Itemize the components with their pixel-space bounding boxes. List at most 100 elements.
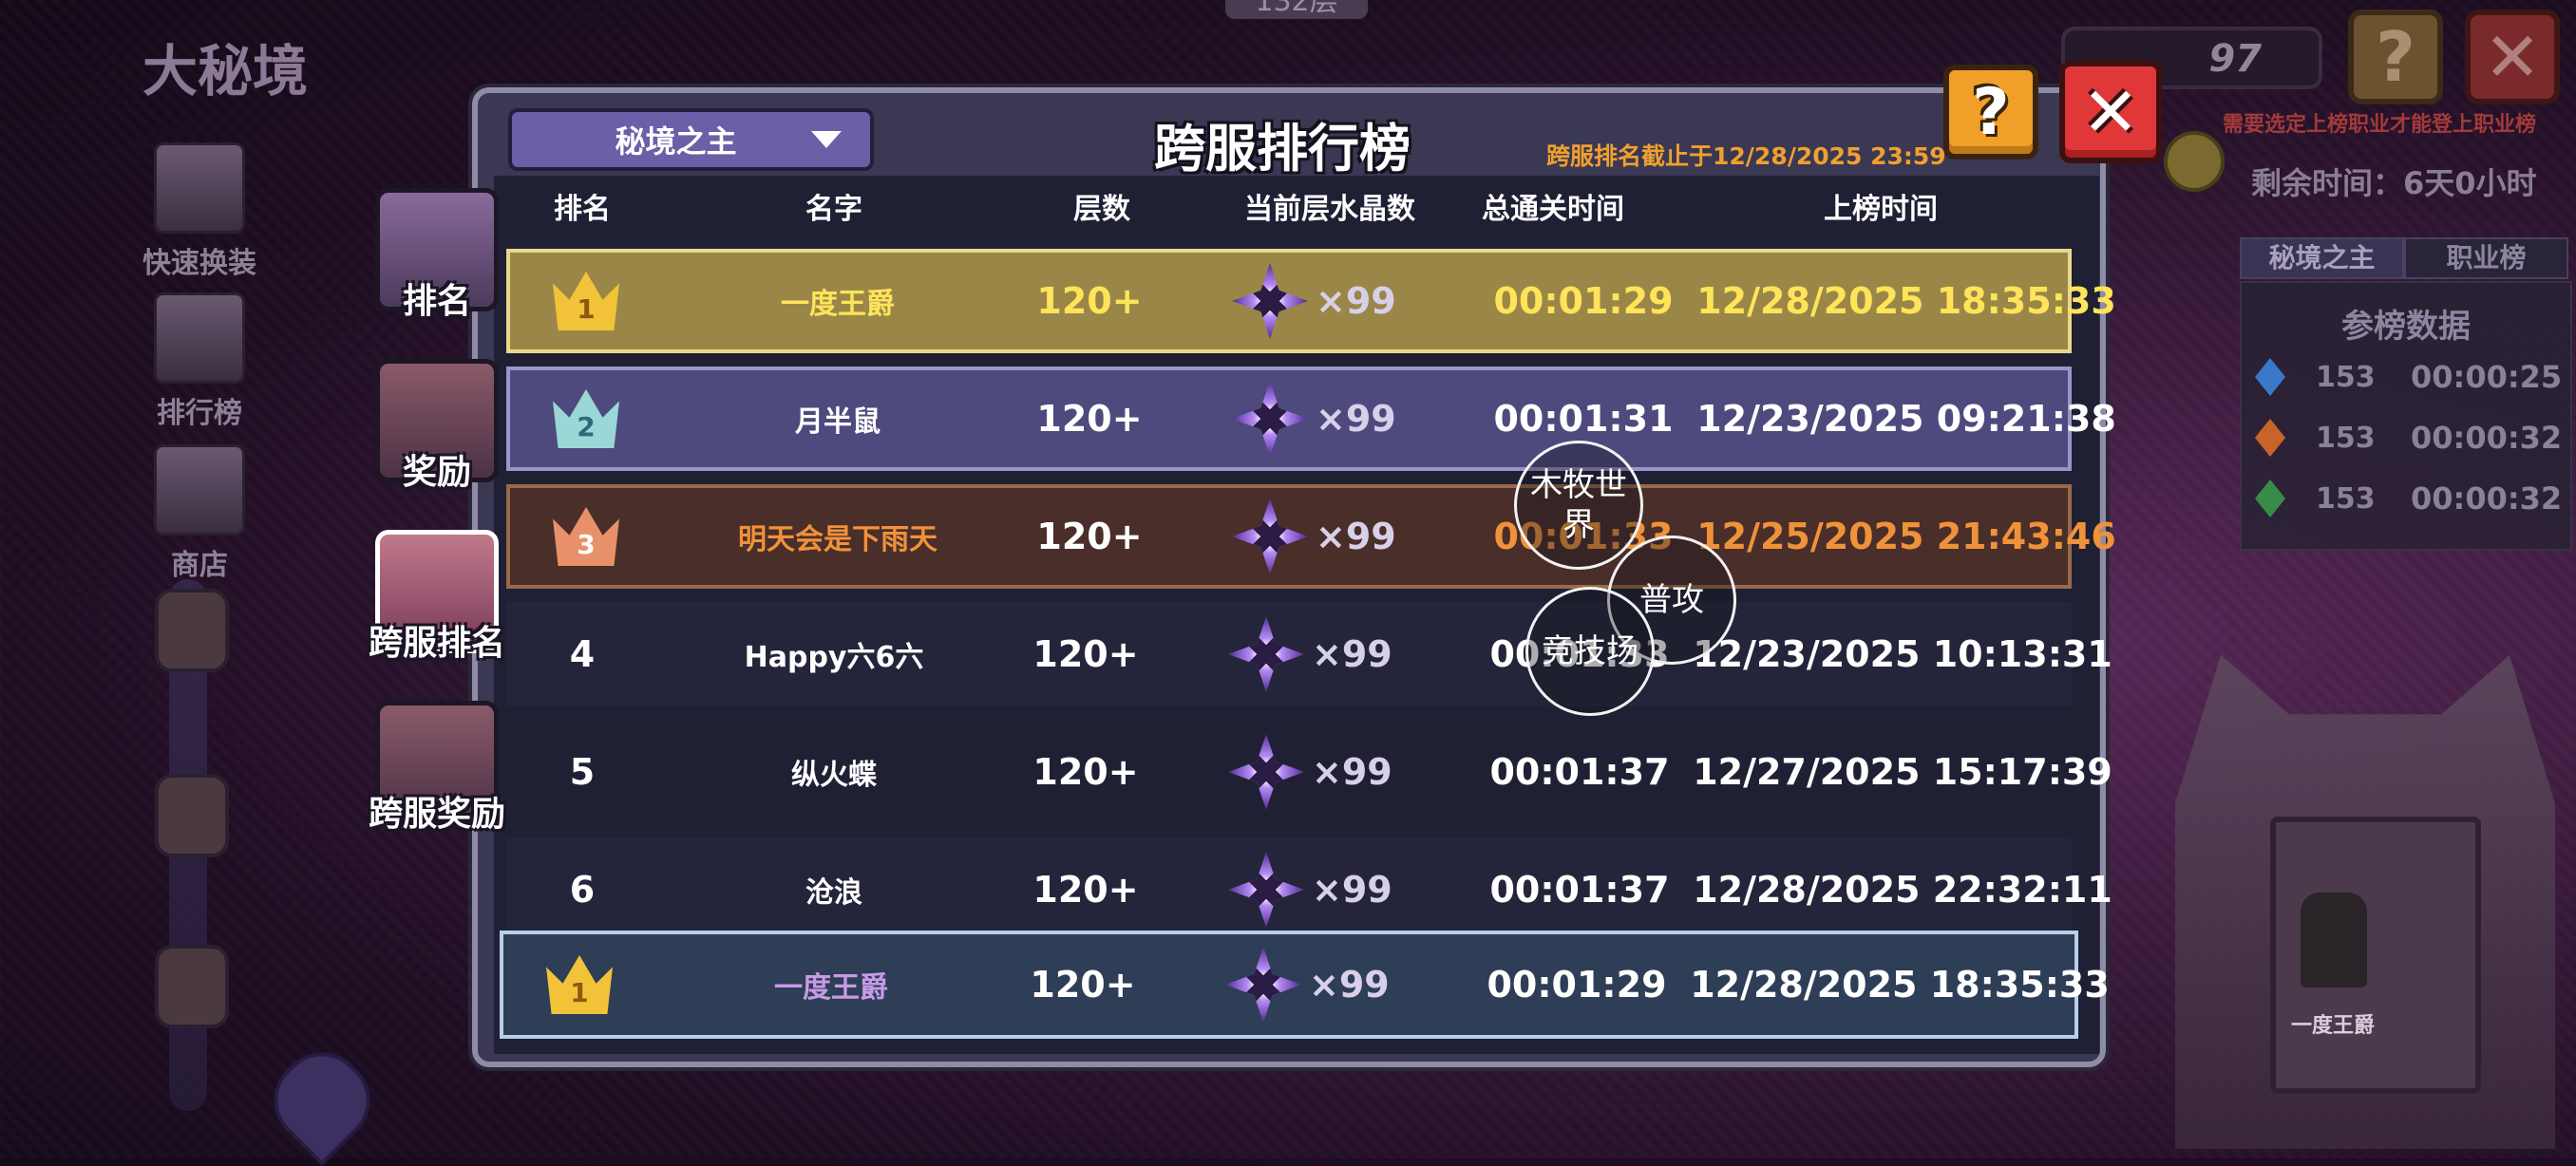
board-select[interactable]: 秘境之主 [508, 108, 874, 171]
crystal-cell: ×99 [1232, 253, 1441, 349]
list-date: 12/28/2025 18:35:33 [1696, 280, 2116, 322]
stat-row: 153 00:00:32 [2242, 468, 2570, 529]
tab-cross-server-ranking[interactable]: 跨服排名 [366, 530, 508, 665]
stats-title: 参榜数据 [2341, 308, 2471, 346]
col-crystal: 当前层水晶数 [1244, 193, 1415, 226]
table-row[interactable]: 4 Happy六6六 120+ ×99 00:01:33 12/23/2025 … [506, 602, 2112, 706]
crystal-cell: ×99 [1225, 934, 1434, 1035]
rank-cell: 1 [510, 253, 662, 349]
floor-value: 120+ [1036, 398, 1143, 440]
col-date: 上榜时间 [1824, 193, 1938, 226]
crystal-icon [1232, 381, 1308, 457]
table-row[interactable]: 5 纵火蝶 120+ ×99 00:01:37 12/27/2025 15:17… [506, 720, 2112, 824]
shortcut-bubble[interactable]: 木牧世界 [1514, 441, 1643, 570]
silver-crown-icon: 2 [553, 389, 619, 448]
stat-row: 153 00:00:25 [2242, 347, 2570, 407]
nav-shop[interactable]: 商店 [123, 444, 275, 583]
crystal-icon [1225, 947, 1301, 1023]
tab-ranking[interactable]: 排名 [366, 188, 508, 323]
crystal-icon [1232, 263, 1308, 339]
floor-node[interactable] [155, 945, 229, 1028]
tab-cross-server-rewards[interactable]: 跨服奖励 [366, 701, 508, 836]
blue-gem-icon [2255, 358, 2285, 396]
table-row[interactable]: 6 沧浪 120+ ×99 00:01:37 12/28/2025 22:32:… [506, 837, 2112, 942]
floor-value: 120+ [1032, 751, 1139, 793]
col-name: 名字 [805, 193, 862, 226]
help-button[interactable]: ? [1943, 65, 2038, 160]
floor-value: 120+ [1032, 633, 1139, 675]
list-date: 12/23/2025 09:21:38 [1696, 398, 2116, 440]
col-rank: 排名 [554, 193, 611, 226]
close-button-background[interactable]: ✕ [2465, 9, 2560, 104]
stat-row: 153 00:00:32 [2242, 407, 2570, 468]
player-name: 纵火蝶 [791, 759, 877, 792]
floor-node[interactable] [155, 774, 229, 857]
close-button[interactable]: ✕ [2059, 61, 2162, 163]
nav-label: 排行榜 [157, 397, 242, 430]
clear-time: 00:01:29 [1493, 280, 1674, 322]
list-date: 12/25/2025 21:43:46 [1696, 516, 2116, 557]
col-time: 总通关时间 [1482, 193, 1624, 226]
table-row[interactable]: 1 一度王爵 120+ ×99 00:01:29 12/28/2025 18:3… [506, 249, 2116, 353]
stopwatch-icon [2164, 131, 2225, 192]
list-date: 12/28/2025 22:32:11 [1693, 869, 2112, 911]
tab-class-board[interactable]: 职业榜 [2404, 237, 2568, 279]
help-button-background[interactable]: ? [2348, 9, 2443, 104]
table-row[interactable]: 2 月半鼠 120+ ×99 00:01:31 12/23/2025 09:21… [506, 367, 2116, 471]
rank-cell: 3 [510, 488, 662, 585]
floor-node[interactable] [155, 589, 229, 672]
tab-secret-realm[interactable]: 秘境之主 [2240, 237, 2404, 279]
orange-flame-icon [2255, 419, 2285, 457]
player-name: 一度王爵 [781, 288, 895, 321]
shortcut-bubble[interactable]: 竞技场 [1525, 587, 1655, 716]
crystal-cell: ×99 [1228, 837, 1437, 942]
question-icon: ? [1972, 74, 2010, 150]
stat-time: 00:00:32 [2411, 480, 2563, 517]
rank-cell: 1 [503, 934, 655, 1035]
rank-cell: 2 [510, 370, 662, 467]
list-date: 12/28/2025 18:35:33 [1690, 964, 2110, 1006]
chevron-down-icon [811, 131, 842, 148]
game-title: 大秘境 [142, 39, 309, 103]
rank-number: 6 [569, 869, 596, 911]
stats-panel: 参榜数据 153 00:00:25 153 00:00:32 153 00:00… [2240, 281, 2572, 551]
select-value: 秘境之主 [615, 123, 737, 160]
clear-time: 00:01:37 [1489, 751, 1670, 793]
floor-value: 120+ [1030, 964, 1136, 1006]
question-icon: ? [2376, 17, 2415, 97]
close-icon: ✕ [2081, 72, 2140, 152]
tab-label: 奖励 [402, 453, 471, 492]
stat-time: 00:00:32 [2411, 420, 2563, 456]
tab-label: 跨服排名 [368, 624, 505, 663]
crystal-cell: ×99 [1232, 370, 1441, 467]
gold-crown-icon: 1 [553, 272, 619, 330]
nav-label: 商店 [171, 549, 228, 582]
clear-time: 00:01:37 [1489, 869, 1670, 911]
nav-leaderboard[interactable]: 排行榜 [123, 292, 275, 431]
nav-quick-equip[interactable]: 快速换装 [123, 142, 275, 281]
crystal-cell: ×99 [1232, 488, 1441, 585]
rank-number: 5 [569, 751, 596, 793]
my-rank-row[interactable]: 1 一度王爵 120+ ×99 00:01:29 12/28/2025 18:3… [500, 931, 2110, 1039]
col-floor: 层数 [1073, 193, 1130, 226]
stat-value: 153 [2316, 360, 2376, 394]
rank-number: 4 [569, 633, 596, 675]
green-gem-icon [2255, 480, 2285, 517]
tab-rewards[interactable]: 奖励 [366, 359, 508, 494]
list-date: 12/23/2025 10:13:31 [1693, 633, 2112, 675]
crystal-cell: ×99 [1228, 602, 1437, 706]
panel-title: 跨服排行榜 [1154, 119, 1411, 179]
floor-value: 120+ [1032, 869, 1139, 911]
statue [2301, 893, 2367, 987]
floor-value: 120+ [1036, 516, 1143, 557]
player-name: 明天会是下雨天 [738, 523, 938, 556]
shop-icon [154, 444, 245, 536]
nav-label: 快速换装 [142, 247, 256, 280]
player-name: 沧浪 [805, 876, 862, 910]
tab-label: 跨服奖励 [368, 795, 505, 834]
stat-value: 153 [2316, 421, 2376, 455]
table-row[interactable]: 3 明天会是下雨天 120+ ×99 00:01:33 12/25/2025 2… [506, 484, 2116, 589]
remaining-time: 剩余时间：6天0小时 [2251, 165, 2537, 201]
crystal-cell: ×99 [1228, 720, 1437, 824]
trophy-icon [154, 292, 245, 384]
